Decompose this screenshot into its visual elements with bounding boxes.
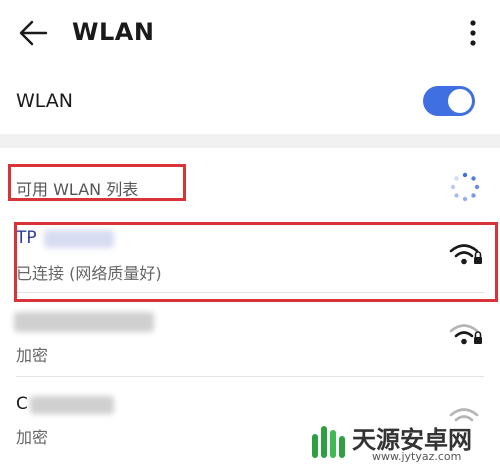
redacted-network-name (30, 396, 114, 414)
watermark-logo: 天源安卓网 www.jytyaz.com (306, 418, 500, 466)
page-title: WLAN (72, 18, 155, 46)
back-arrow-icon[interactable] (18, 20, 48, 46)
wlan-toggle-label: WLAN (16, 90, 74, 112)
network-name: C (16, 394, 28, 414)
wlan-toggle-switch[interactable] (423, 86, 475, 116)
toggle-knob (448, 89, 472, 113)
top-app-bar: WLAN (0, 0, 500, 66)
network-status: 加密 (16, 346, 49, 365)
network-status: 加密 (16, 428, 49, 447)
wifi-signal-lock-icon (449, 324, 482, 345)
more-options-icon[interactable] (466, 18, 480, 48)
watermark-url: www.jytyaz.com (372, 450, 462, 463)
scanning-spinner-icon (450, 172, 480, 202)
row-divider (16, 376, 484, 377)
highlight-box-list-title (8, 164, 186, 201)
wlan-toggle-row[interactable]: WLAN (0, 76, 500, 128)
android-logo-icon (312, 426, 345, 458)
highlight-box-connected-network (14, 222, 498, 302)
redacted-network-name (14, 312, 154, 332)
network-item[interactable]: 加密 (0, 306, 500, 386)
section-divider (0, 134, 500, 148)
